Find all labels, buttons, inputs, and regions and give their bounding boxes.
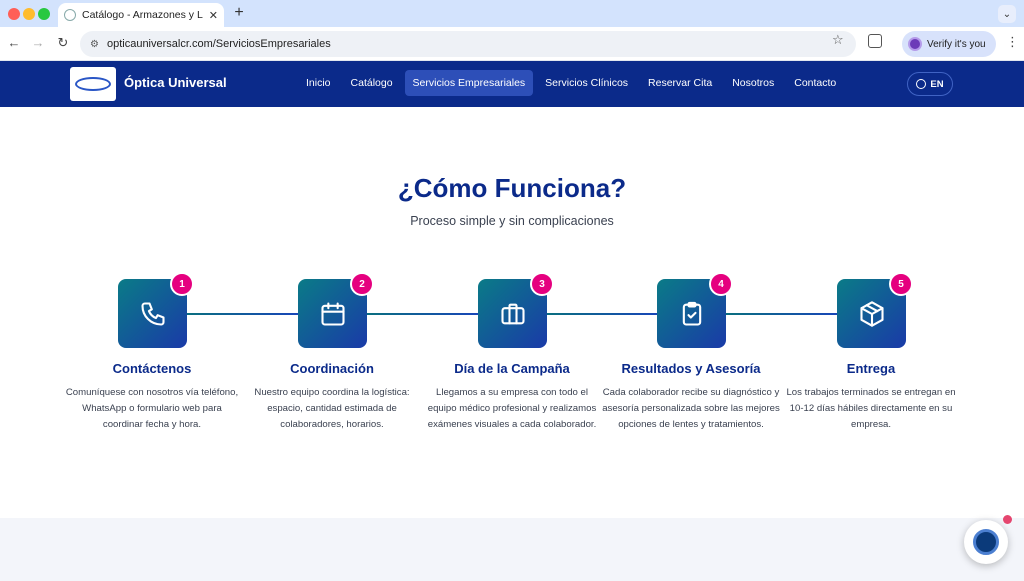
new-tab-icon[interactable]: +: [231, 4, 247, 22]
globe-icon: [916, 79, 927, 89]
step-number-badge: 1: [170, 272, 194, 296]
language-toggle-button[interactable]: EN: [907, 72, 953, 96]
nav-inicio[interactable]: Inicio: [298, 70, 339, 96]
forward-arrow-icon[interactable]: →: [30, 35, 46, 50]
step-connector: [726, 313, 838, 315]
brand-name[interactable]: Óptica Universal: [124, 75, 227, 90]
address-bar[interactable]: ⚙ opticauniversalcr.com/ServiciosEmpresa…: [80, 31, 856, 57]
nav-servicios-clinicos[interactable]: Servicios Clínicos: [537, 70, 636, 96]
accessibility-widget-button[interactable]: [964, 520, 1008, 564]
step-number-badge: 3: [530, 272, 554, 296]
site-info-icon[interactable]: ⚙: [90, 39, 99, 50]
close-tab-icon[interactable]: ✕: [209, 9, 218, 22]
browser-toolbar: ← → ↻ ⚙ opticauniversalcr.com/ServiciosE…: [0, 27, 1024, 61]
next-section-band: [0, 518, 1024, 581]
bookmark-star-icon[interactable]: ☆: [832, 32, 844, 48]
notification-dot: [1003, 515, 1012, 524]
profile-avatar-icon: [908, 37, 922, 51]
nav-nosotros[interactable]: Nosotros: [724, 70, 782, 96]
phone-icon: [140, 301, 165, 326]
site-logo[interactable]: [70, 67, 116, 101]
site-header: Óptica Universal Inicio Catálogo Servici…: [0, 61, 1024, 107]
favicon-icon: [64, 9, 76, 21]
briefcase-icon: [500, 303, 525, 324]
tab-title: Catálogo - Armazones y Lentes: [82, 9, 203, 21]
step-description: Cada colaborador recibe su diagnóstico y…: [602, 387, 780, 430]
section-title: ¿Cómo Funciona?: [397, 173, 627, 203]
clipboard-check-icon: [682, 301, 701, 326]
nav-contacto[interactable]: Contacto: [786, 70, 844, 96]
tab-search-chevron-icon[interactable]: ⌄: [998, 5, 1016, 23]
step-title: Contáctenos: [112, 361, 192, 376]
nav-reservar-cita[interactable]: Reservar Cita: [640, 70, 720, 96]
nav-servicios-empresariales[interactable]: Servicios Empresariales: [404, 70, 534, 96]
browser-menu-icon[interactable]: ⋮: [1006, 34, 1019, 50]
zoom-window-button[interactable]: [38, 8, 50, 20]
verify-label: Verify it's you: [927, 38, 986, 50]
step-connector: [186, 313, 298, 315]
step-connector: [546, 313, 658, 315]
language-label: EN: [930, 78, 944, 90]
step-title: Día de la Campaña: [454, 361, 570, 376]
step-description: Nuestro equipo coordina la logística: es…: [254, 387, 410, 430]
browser-tab[interactable]: Catálogo - Armazones y Lentes ✕: [58, 3, 224, 27]
step-title: Entrega: [846, 361, 896, 376]
browser-tab-strip: Catálogo - Armazones y Lentes ✕ + ⌄: [0, 0, 1024, 27]
calendar-icon: [320, 301, 345, 326]
nav-catalogo[interactable]: Catálogo: [343, 70, 401, 96]
close-window-button[interactable]: [8, 8, 20, 20]
box-icon: [859, 300, 884, 327]
minimize-window-button[interactable]: [23, 8, 35, 20]
step-number-badge: 4: [709, 272, 733, 296]
eye-icon: [973, 529, 999, 555]
verify-profile-button[interactable]: Verify it's you: [902, 31, 996, 57]
step-connector: [366, 313, 478, 315]
url-text: opticauniversalcr.com/ServiciosEmpresari…: [106, 38, 331, 50]
step-number-badge: 2: [350, 272, 374, 296]
reload-icon[interactable]: ↻: [55, 35, 71, 51]
step-number-badge: 5: [889, 272, 913, 296]
step-title: Coordinación: [290, 361, 374, 376]
step-description: Comuníquese con nosotros vía teléfono, W…: [65, 387, 239, 430]
step-description: Llegamos a su empresa con todo el equipo…: [427, 387, 597, 430]
step-description: Los trabajos terminados se entregan en 1…: [786, 387, 956, 430]
step-title: Resultados y Asesoría: [621, 361, 761, 376]
extensions-icon[interactable]: [868, 34, 882, 48]
back-arrow-icon[interactable]: ←: [6, 35, 22, 50]
section-subtitle: Proceso simple y sin complicaciones: [410, 214, 614, 228]
main-nav: Inicio Catálogo Servicios Empresariales …: [298, 70, 844, 96]
